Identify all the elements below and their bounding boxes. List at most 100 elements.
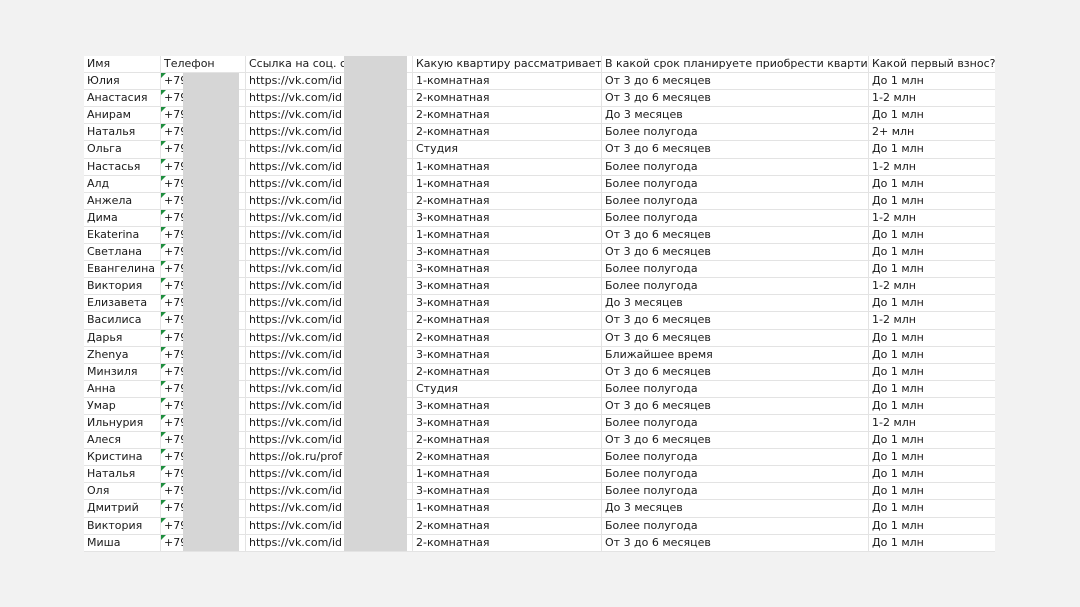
cell-apartment-type[interactable]: 3-комнатная bbox=[413, 483, 602, 500]
cell-name[interactable]: Кристина bbox=[84, 449, 161, 466]
cell-name[interactable]: Наталья bbox=[84, 466, 161, 483]
cell-down-payment[interactable]: До 1 млн bbox=[869, 432, 995, 448]
header-name[interactable]: Имя bbox=[84, 56, 161, 73]
cell-purchase-timeframe[interactable]: Более полугода bbox=[602, 158, 869, 175]
cell-name[interactable]: Наталья bbox=[84, 124, 161, 141]
cell-down-payment[interactable]: До 1 млн bbox=[869, 500, 995, 516]
cell-apartment-type[interactable]: 3-комнатная bbox=[413, 244, 602, 261]
cell-name[interactable]: Елизавета bbox=[84, 295, 161, 312]
cell-name[interactable]: Ekaterina bbox=[84, 226, 161, 244]
cell-name[interactable]: Минзиля bbox=[84, 363, 161, 380]
cell-down-payment[interactable]: До 1 млн bbox=[869, 535, 995, 551]
cell-purchase-timeframe[interactable]: До 3 месяцев bbox=[602, 295, 869, 312]
cell-down-payment[interactable]: До 1 млн bbox=[869, 176, 995, 192]
cell-down-payment[interactable]: До 1 млн bbox=[869, 295, 995, 311]
header-down-payment[interactable]: Какой первый взнос? bbox=[869, 56, 995, 72]
header-apartment-type[interactable]: Какую квартиру рассматриваете? bbox=[413, 56, 602, 73]
header-purchase-timeframe[interactable]: В какой срок планируете приобрести кварт… bbox=[602, 56, 869, 73]
cell-name[interactable]: Евангелина bbox=[84, 261, 161, 278]
cell-down-payment[interactable]: До 1 млн bbox=[869, 449, 995, 465]
cell-purchase-timeframe[interactable]: До 3 месяцев bbox=[602, 107, 869, 124]
cell-name[interactable]: Дарья bbox=[84, 329, 161, 346]
cell-apartment-type[interactable]: 3-комнатная bbox=[413, 346, 602, 363]
cell-name[interactable]: Оля bbox=[84, 483, 161, 500]
cell-down-payment[interactable]: До 1 млн bbox=[869, 73, 995, 89]
cell-purchase-timeframe[interactable]: Более полугода bbox=[602, 466, 869, 483]
cell-purchase-timeframe[interactable]: От 3 до 6 месяцев bbox=[602, 141, 869, 158]
cell-down-payment[interactable]: До 1 млн bbox=[869, 398, 995, 414]
cell-apartment-type[interactable]: 3-комнатная bbox=[413, 278, 602, 295]
cell-down-payment[interactable]: 1-2 млн bbox=[869, 210, 995, 226]
cell-apartment-type[interactable]: 2-комнатная bbox=[413, 90, 602, 107]
cell-purchase-timeframe[interactable]: Более полугода bbox=[602, 278, 869, 295]
cell-purchase-timeframe[interactable]: Более полугода bbox=[602, 517, 869, 534]
cell-apartment-type[interactable]: 2-комнатная bbox=[413, 449, 602, 466]
cell-name[interactable]: Виктория bbox=[84, 278, 161, 295]
cell-apartment-type[interactable]: 2-комнатная bbox=[413, 312, 602, 329]
cell-name[interactable]: Юлия bbox=[84, 73, 161, 90]
cell-purchase-timeframe[interactable]: Более полугода bbox=[602, 449, 869, 466]
cell-purchase-timeframe[interactable]: От 3 до 6 месяцев bbox=[602, 432, 869, 449]
cell-apartment-type[interactable]: Студия bbox=[413, 141, 602, 158]
cell-name[interactable]: Дмитрий bbox=[84, 500, 161, 517]
cell-purchase-timeframe[interactable]: Более полугода bbox=[602, 261, 869, 278]
cell-apartment-type[interactable]: 1-комнатная bbox=[413, 175, 602, 192]
cell-down-payment[interactable]: До 1 млн bbox=[869, 107, 995, 123]
header-phone[interactable]: Телефон bbox=[161, 56, 246, 73]
cell-down-payment[interactable]: До 1 млн bbox=[869, 330, 995, 346]
cell-purchase-timeframe[interactable]: Более полугода bbox=[602, 380, 869, 397]
cell-down-payment[interactable]: 1-2 млн bbox=[869, 312, 995, 328]
cell-down-payment[interactable]: 2+ млн bbox=[869, 124, 995, 140]
cell-purchase-timeframe[interactable]: Более полугода bbox=[602, 209, 869, 226]
cell-down-payment[interactable]: До 1 млн bbox=[869, 518, 995, 534]
cell-purchase-timeframe[interactable]: От 3 до 6 месяцев bbox=[602, 329, 869, 346]
cell-apartment-type[interactable]: 1-комнатная bbox=[413, 158, 602, 175]
cell-down-payment[interactable]: До 1 млн bbox=[869, 141, 995, 157]
cell-name[interactable]: Настасья bbox=[84, 158, 161, 175]
cell-apartment-type[interactable]: 3-комнатная bbox=[413, 414, 602, 432]
cell-down-payment[interactable]: До 1 млн bbox=[869, 193, 995, 209]
cell-name[interactable]: Светлана bbox=[84, 244, 161, 261]
cell-down-payment[interactable]: До 1 млн bbox=[869, 347, 995, 363]
cell-apartment-type[interactable]: 2-комнатная bbox=[413, 107, 602, 124]
cell-name[interactable]: Анастасия bbox=[84, 90, 161, 107]
cell-apartment-type[interactable]: 1-комнатная bbox=[413, 500, 602, 517]
cell-apartment-type[interactable]: 2-комнатная bbox=[413, 534, 602, 551]
cell-apartment-type[interactable]: 2-комнатная bbox=[413, 124, 602, 141]
cell-purchase-timeframe[interactable]: Более полугода bbox=[602, 124, 869, 141]
cell-purchase-timeframe[interactable]: Более полугода bbox=[602, 175, 869, 192]
cell-purchase-timeframe[interactable]: От 3 до 6 месяцев bbox=[602, 534, 869, 551]
cell-name[interactable]: Алд bbox=[84, 175, 161, 192]
cell-apartment-type[interactable]: 2-комнатная bbox=[413, 363, 602, 380]
cell-down-payment[interactable]: 1-2 млн bbox=[869, 159, 995, 175]
cell-name[interactable]: Анна bbox=[84, 380, 161, 397]
cell-purchase-timeframe[interactable]: Ближайшее время bbox=[602, 346, 869, 363]
cell-down-payment[interactable]: До 1 млн bbox=[869, 227, 995, 243]
cell-purchase-timeframe[interactable]: От 3 до 6 месяцев bbox=[602, 363, 869, 380]
cell-down-payment[interactable]: 1-2 млн bbox=[869, 278, 995, 294]
cell-purchase-timeframe[interactable]: От 3 до 6 месяцев bbox=[602, 244, 869, 261]
cell-apartment-type[interactable]: 1-комнатная bbox=[413, 73, 602, 90]
cell-down-payment[interactable]: До 1 млн bbox=[869, 244, 995, 260]
cell-purchase-timeframe[interactable]: От 3 до 6 месяцев bbox=[602, 226, 869, 244]
cell-purchase-timeframe[interactable]: От 3 до 6 месяцев bbox=[602, 312, 869, 329]
cell-apartment-type[interactable]: 2-комнатная bbox=[413, 192, 602, 209]
cell-apartment-type[interactable]: 3-комнатная bbox=[413, 397, 602, 414]
cell-name[interactable]: Ольга bbox=[84, 141, 161, 158]
cell-name[interactable]: Анжела bbox=[84, 192, 161, 209]
cell-apartment-type[interactable]: 2-комнатная bbox=[413, 517, 602, 534]
cell-name[interactable]: Ильнурия bbox=[84, 414, 161, 432]
cell-down-payment[interactable]: 1-2 млн bbox=[869, 415, 995, 431]
cell-name[interactable]: Алеся bbox=[84, 432, 161, 449]
cell-apartment-type[interactable]: 1-комнатная bbox=[413, 226, 602, 244]
cell-name[interactable]: Виктория bbox=[84, 517, 161, 534]
cell-purchase-timeframe[interactable]: Более полугода bbox=[602, 414, 869, 432]
cell-down-payment[interactable]: До 1 млн bbox=[869, 364, 995, 380]
cell-apartment-type[interactable]: Студия bbox=[413, 380, 602, 397]
cell-purchase-timeframe[interactable]: От 3 до 6 месяцев bbox=[602, 73, 869, 90]
cell-apartment-type[interactable]: 2-комнатная bbox=[413, 329, 602, 346]
cell-name[interactable]: Умар bbox=[84, 397, 161, 414]
cell-down-payment[interactable]: 1-2 млн bbox=[869, 90, 995, 106]
cell-name[interactable]: Zhenya bbox=[84, 346, 161, 363]
cell-purchase-timeframe[interactable]: Более полугода bbox=[602, 192, 869, 209]
